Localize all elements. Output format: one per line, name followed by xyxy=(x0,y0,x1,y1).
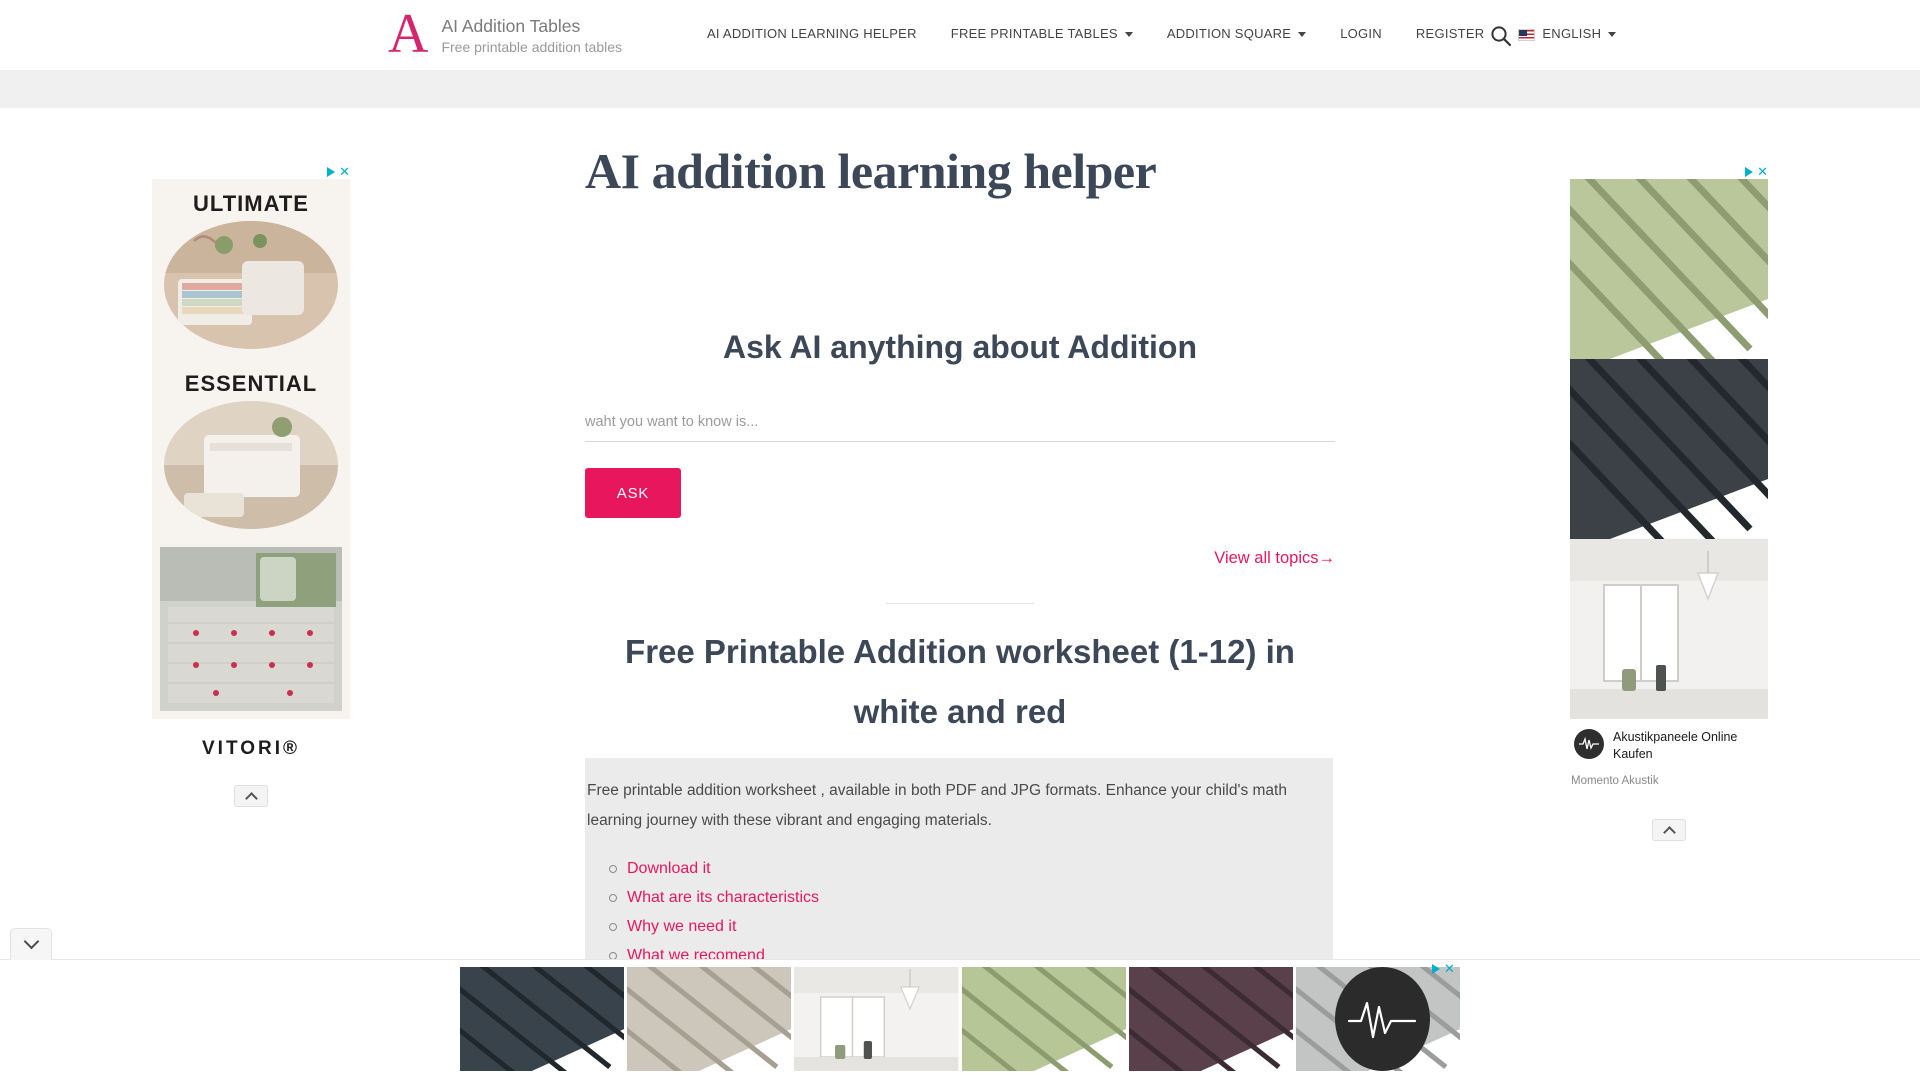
ad-footer[interactable]: Akustikpaneele Online Kaufen xyxy=(1570,719,1768,769)
nav-label: ADDITION SQUARE xyxy=(1166,26,1292,41)
left-ad-collapse-button[interactable] xyxy=(234,785,268,807)
ad-card-caption: ULTIMATE xyxy=(193,191,309,216)
ad-choices-icon[interactable] xyxy=(327,167,336,177)
ad-card[interactable] xyxy=(152,539,350,719)
ad-image[interactable] xyxy=(1570,179,1768,359)
worksheet-link-download-it[interactable]: Download it xyxy=(627,860,711,877)
ad-card-image xyxy=(164,221,338,349)
bottom-ad-images[interactable] xyxy=(460,967,1461,1071)
ad-headline[interactable]: Akustikpaneele Online Kaufen xyxy=(1613,729,1764,763)
nav-item-register[interactable]: REGISTER xyxy=(1399,26,1501,41)
ad-image[interactable] xyxy=(1570,539,1768,719)
worksheet-title: Free Printable Addition worksheet (1-12)… xyxy=(625,633,1295,730)
site-header: A AI Addition Tables Free printable addi… xyxy=(0,0,1920,71)
view-all-topics-link[interactable]: View all topics→ xyxy=(585,549,1335,568)
chevron-up-icon xyxy=(1662,825,1676,839)
nav-item-language-selector[interactable]: ENGLISH xyxy=(1501,26,1633,41)
ad-card[interactable]: ULTIMATE xyxy=(152,179,350,359)
ad-choices-label[interactable]: ✕ xyxy=(1745,165,1768,178)
brand-subtitle: Free printable addition tables xyxy=(441,38,623,55)
main-content: AI addition learning helper Ask AI anyth… xyxy=(585,140,1335,1017)
nav-item-free-printable-tables[interactable]: FREE PRINTABLE TABLES xyxy=(934,26,1150,41)
bottom-ad-banner[interactable]: ✕ xyxy=(0,928,1920,1080)
header-subbar xyxy=(0,71,1920,108)
chevron-down-icon xyxy=(1608,32,1617,37)
ad-choices-icon[interactable] xyxy=(1745,167,1754,177)
ad-panel-image[interactable] xyxy=(627,967,792,1071)
chevron-down-icon xyxy=(1124,32,1133,37)
ad-card-image xyxy=(160,547,342,711)
nav-label: FREE PRINTABLE TABLES xyxy=(950,26,1118,41)
right-ad-collapse-button[interactable] xyxy=(1652,819,1686,841)
language-label: ENGLISH xyxy=(1542,26,1602,41)
right-ad-unit[interactable]: ✕ Akustikpaneele Online Kaufen Momento A… xyxy=(1570,165,1768,841)
us-flag-icon xyxy=(1518,28,1536,41)
ad-advertiser: Momento Akustik xyxy=(1571,775,1659,787)
section-divider xyxy=(886,603,1034,604)
advertiser-logo-icon xyxy=(1334,967,1430,1071)
left-ad-unit[interactable]: ✕ ULTIMATE ESSENTIAL VITORI® xyxy=(152,165,350,807)
close-icon[interactable]: ✕ xyxy=(1444,962,1455,975)
ad-panel-image[interactable] xyxy=(794,967,959,1071)
ad-choices-icon[interactable] xyxy=(1432,964,1440,974)
close-icon[interactable]: ✕ xyxy=(339,165,350,178)
ad-panel-image[interactable] xyxy=(1128,967,1293,1071)
nav-item-addition-square[interactable]: ADDITION SQUARE xyxy=(1150,26,1323,41)
ask-ai-heading: Ask AI anything about Addition xyxy=(722,329,1198,365)
ask-ai-input[interactable] xyxy=(585,408,1335,442)
close-icon[interactable]: ✕ xyxy=(1757,165,1768,178)
ad-panel-image[interactable] xyxy=(460,967,625,1071)
advertiser-logo[interactable] xyxy=(1330,967,1434,1071)
list-item: Why we need it xyxy=(609,912,1331,941)
page-title: AI addition learning helper xyxy=(585,143,1157,199)
nav-label: LOGIN xyxy=(1340,26,1382,41)
nav-label: AI ADDITION LEARNING HELPER xyxy=(707,26,917,41)
ad-image[interactable] xyxy=(1570,359,1768,539)
bottom-ad-collapse-button[interactable] xyxy=(10,928,52,960)
worksheet-link-why-we-need-it[interactable]: Why we need it xyxy=(627,918,736,935)
list-item: Download it xyxy=(609,854,1331,883)
search-icon[interactable] xyxy=(1490,25,1512,47)
chevron-up-icon xyxy=(244,791,258,805)
advertiser-logo-icon xyxy=(1574,729,1604,759)
ad-choices-label[interactable]: ✕ xyxy=(327,165,350,178)
chevron-down-icon xyxy=(23,933,39,950)
ad-choices-label[interactable]: ✕ xyxy=(1432,962,1455,975)
brand[interactable]: A AI Addition Tables Free printable addi… xyxy=(388,6,622,62)
nav-item-login[interactable]: LOGIN xyxy=(1323,26,1399,41)
brand-title: AI Addition Tables xyxy=(441,15,581,36)
ad-card-image xyxy=(164,401,338,529)
nav-label: REGISTER xyxy=(1415,26,1485,41)
worksheet-description: Free printable addition worksheet , avai… xyxy=(587,782,1287,829)
nav-item-ai-addition-learning-helper[interactable]: AI ADDITION LEARNING HELPER xyxy=(690,26,934,41)
ad-card-caption: ESSENTIAL xyxy=(184,371,318,396)
chevron-down-icon xyxy=(1298,32,1307,37)
ad-brand: VITORI® xyxy=(152,719,350,779)
site-logo-icon: A xyxy=(388,3,428,65)
ad-card[interactable]: ESSENTIAL xyxy=(152,359,350,539)
list-item: What are its characteristics xyxy=(609,883,1331,912)
worksheet-link-characteristics[interactable]: What are its characteristics xyxy=(627,889,819,906)
ad-panel-image[interactable] xyxy=(961,967,1126,1071)
ask-button[interactable]: ASK xyxy=(585,468,681,518)
